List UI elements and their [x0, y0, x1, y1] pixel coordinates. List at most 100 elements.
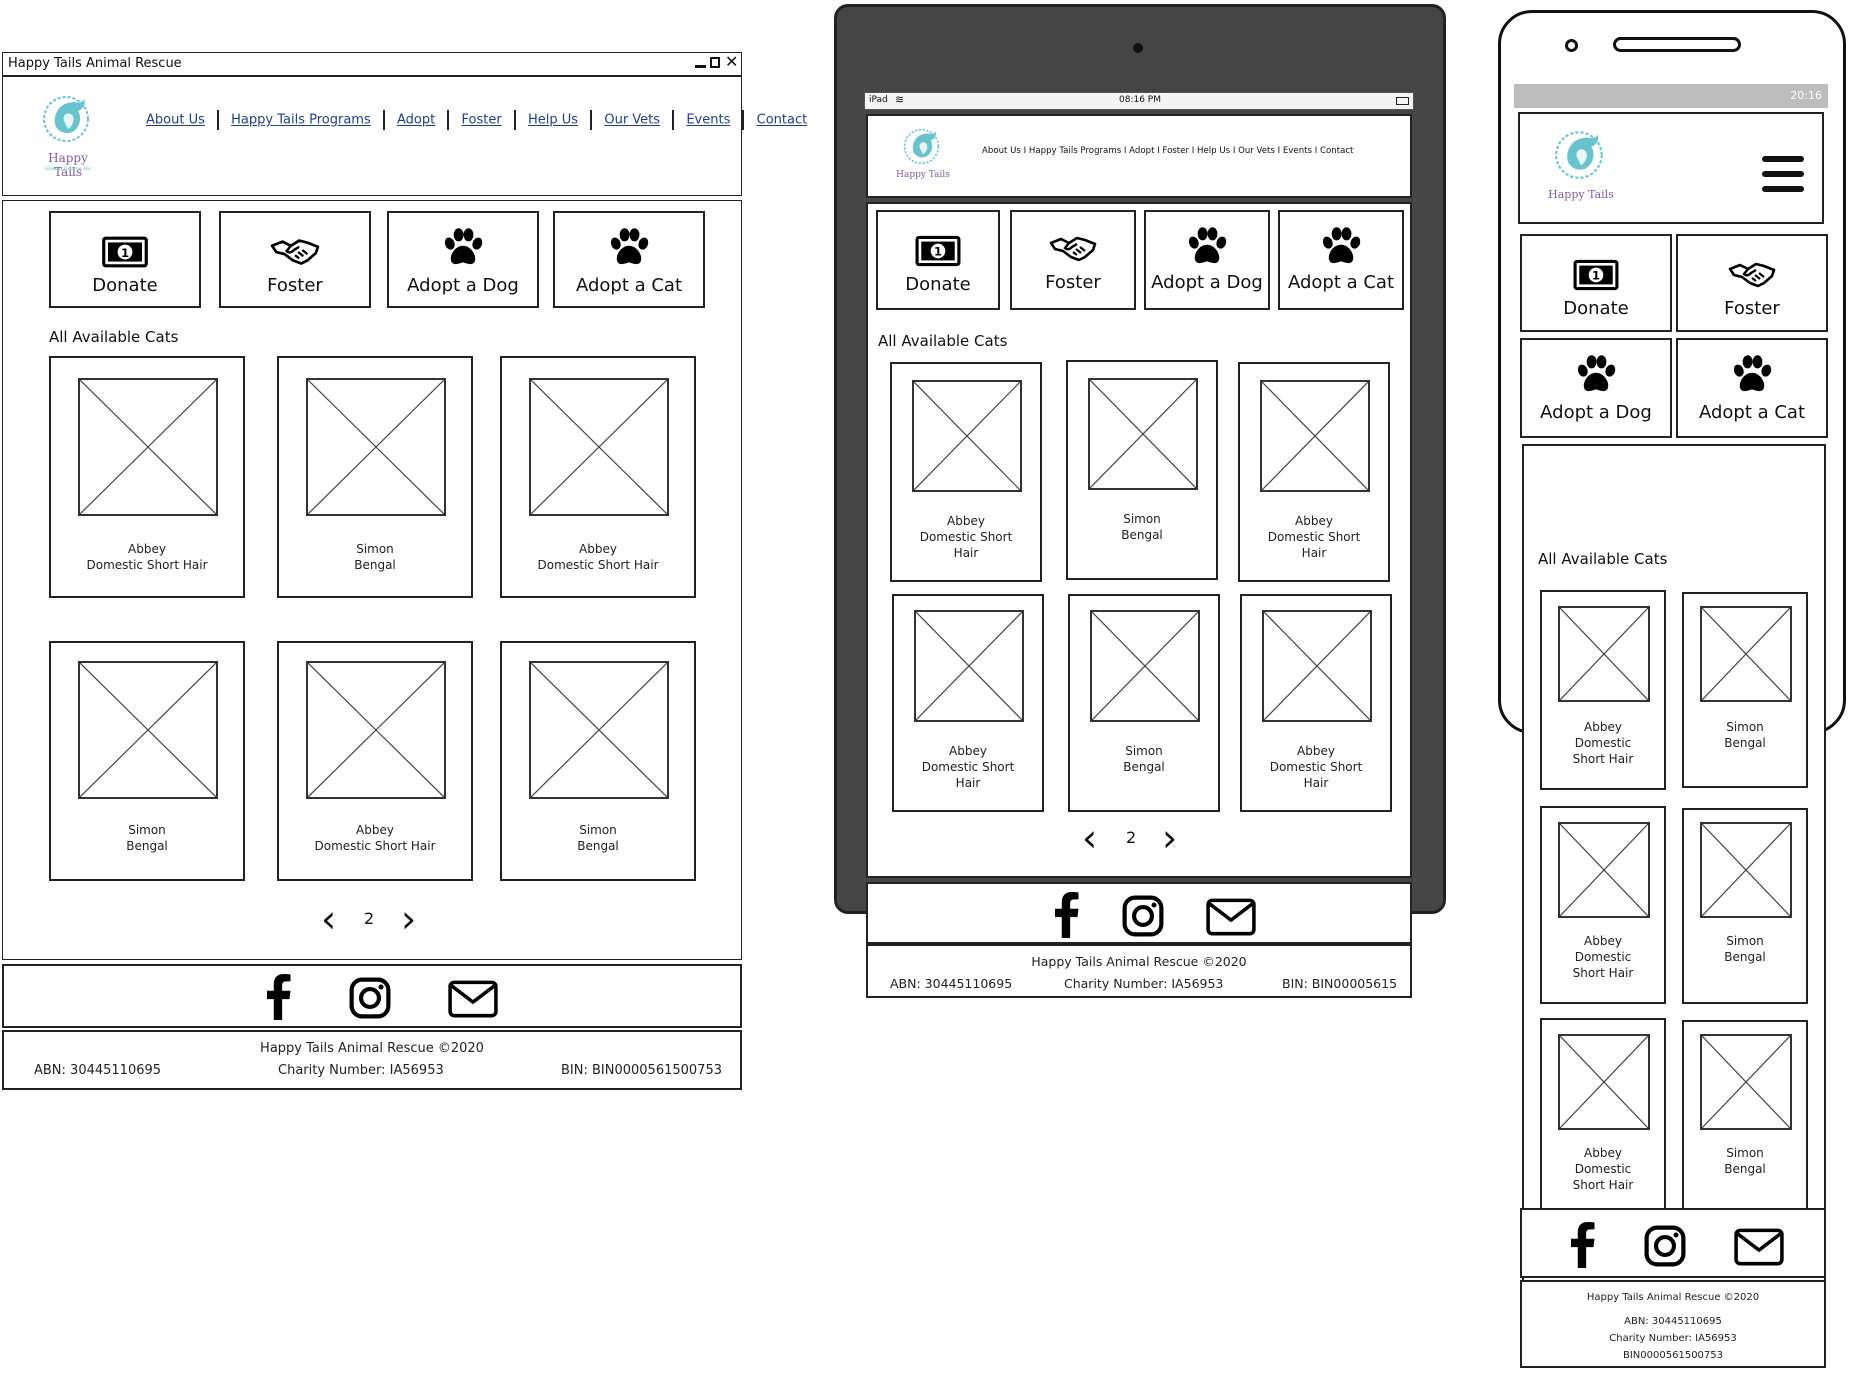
cat-breed: Domestic Short: [1269, 760, 1363, 774]
tablet-logo[interactable]: Happy Tails: [896, 122, 950, 192]
status-time: 08:16 PM: [1119, 95, 1161, 105]
donate-tile[interactable]: Donate: [49, 211, 201, 308]
nav-contact[interactable]: Contact: [757, 113, 808, 128]
next-page-button[interactable]: ›: [401, 897, 416, 941]
tablet-nav[interactable]: About Us I Happy Tails Programs I Adopt …: [982, 146, 1353, 156]
nav-about-us[interactable]: About Us: [146, 113, 205, 128]
next-page-button[interactable]: ›: [1162, 816, 1177, 860]
desktop-footer: Happy Tails Animal Rescue ©2020 ABN: 304…: [2, 1030, 742, 1090]
nav-our-vets[interactable]: Our Vets: [604, 113, 660, 128]
cat-card[interactable]: Abbey Domestic Short Hair: [500, 356, 696, 598]
logo-icon: [900, 122, 946, 168]
cat-breed: Bengal: [577, 839, 619, 853]
cat-card[interactable]: Simon Bengal: [1066, 360, 1218, 580]
cat-name: Abbey: [579, 542, 617, 556]
minimize-icon[interactable]: [695, 65, 706, 68]
hamburger-menu-icon[interactable]: [1762, 156, 1804, 192]
cat-name: Abbey: [1584, 1146, 1622, 1160]
phone-header: Happy Tails: [1518, 112, 1824, 224]
cat-breed: Domestic Short: [921, 760, 1015, 774]
email-icon[interactable]: [1206, 898, 1256, 936]
paw-icon: [607, 227, 651, 269]
phone-main: All Available Cats Abbey Domestic Short …: [1522, 444, 1826, 1286]
money-icon: [1573, 258, 1619, 292]
email-icon[interactable]: [448, 980, 498, 1018]
foster-tile[interactable]: Foster: [1676, 234, 1828, 332]
cat-breed-line2: Short Hair: [1572, 966, 1634, 980]
cat-photo-placeholder: [1090, 610, 1200, 722]
cat-name: Simon: [128, 823, 166, 837]
adopt-dog-tile[interactable]: Adopt a Dog: [1520, 338, 1672, 438]
cat-card[interactable]: Abbey Domestic Short Hair: [1540, 1018, 1666, 1216]
prev-page-button[interactable]: ‹: [1082, 816, 1097, 860]
cat-card[interactable]: Simon Bengal: [1682, 808, 1808, 1004]
cat-card[interactable]: Abbey Domestic Short Hair: [890, 362, 1042, 582]
donate-tile[interactable]: Donate: [876, 210, 1000, 310]
cat-breed-line2: Hair: [953, 546, 979, 560]
cat-card[interactable]: Abbey Domestic Short Hair: [277, 641, 473, 881]
nav-events[interactable]: Events: [686, 113, 730, 128]
nav-adopt[interactable]: Adopt: [397, 113, 435, 128]
donate-label: Donate: [1563, 298, 1629, 319]
footer-bin: BIN0000561500753: [1623, 1350, 1723, 1361]
nav-programs[interactable]: Happy Tails Programs: [231, 113, 371, 128]
cat-card[interactable]: Simon Bengal: [500, 641, 696, 881]
adopt-cat-tile[interactable]: Adopt a Cat: [1676, 338, 1828, 438]
desktop-header: Happy Tails Animal Rescue Inc About Us H…: [2, 76, 807, 196]
adopt-cat-tile[interactable]: Adopt a Cat: [1278, 210, 1404, 310]
instagram-icon[interactable]: [349, 977, 391, 1019]
nav-divider: [513, 110, 516, 130]
paw-icon: [1319, 226, 1363, 268]
desktop-logo[interactable]: Happy Tails Animal Rescue Inc: [33, 87, 103, 179]
cat-name: Simon: [1726, 720, 1764, 734]
cat-photo-placeholder: [78, 378, 218, 516]
cat-breed: Bengal: [354, 558, 396, 572]
instagram-icon[interactable]: [1122, 895, 1164, 937]
adopt-dog-tile[interactable]: Adopt a Dog: [1144, 210, 1270, 310]
cat-card[interactable]: Simon Bengal: [1682, 1020, 1808, 1216]
cat-card[interactable]: Abbey Domestic Short Hair: [1540, 590, 1666, 790]
camera-icon: [1133, 43, 1143, 53]
cat-card[interactable]: Abbey Domestic Short Hair: [1540, 806, 1666, 1004]
adopt-cat-tile[interactable]: Adopt a Cat: [553, 211, 705, 308]
email-icon[interactable]: [1734, 1228, 1784, 1266]
maximize-icon[interactable]: [710, 57, 720, 68]
cat-breed: Domestic: [1574, 1162, 1632, 1176]
cat-card[interactable]: Simon Bengal: [1068, 594, 1220, 812]
foster-tile[interactable]: Foster: [219, 211, 371, 308]
nav-foster[interactable]: Foster: [462, 113, 502, 128]
foster-tile[interactable]: Foster: [1010, 210, 1136, 310]
cat-breed: Domestic Short Hair: [86, 558, 208, 572]
prev-page-button[interactable]: ‹: [321, 897, 336, 941]
battery-icon: [1396, 97, 1409, 105]
adopt-cat-label: Adopt a Cat: [1287, 272, 1395, 293]
cat-card[interactable]: Simon Bengal: [49, 641, 245, 881]
cat-card[interactable]: Abbey Domestic Short Hair: [1240, 594, 1392, 812]
logo-tagline: Animal Rescue Inc: [44, 166, 92, 172]
desktop-window-titlebar: Happy Tails Animal Rescue ✕: [2, 52, 742, 76]
cat-photo-placeholder: [306, 378, 446, 516]
facebook-icon[interactable]: [266, 974, 292, 1020]
instagram-icon[interactable]: [1644, 1225, 1686, 1267]
phone-logo[interactable]: Happy Tails: [1546, 122, 1616, 218]
cat-card[interactable]: Abbey Domestic Short Hair: [49, 356, 245, 598]
close-icon[interactable]: ✕: [725, 52, 738, 71]
footer-abn: ABN: 30445110695: [1624, 1316, 1722, 1327]
cat-card[interactable]: Abbey Domestic Short Hair: [892, 594, 1044, 812]
facebook-icon[interactable]: [1054, 892, 1080, 938]
speaker-grille: [1613, 37, 1741, 52]
cat-name: Abbey: [947, 514, 985, 528]
cat-card[interactable]: Abbey Domestic Short Hair: [1238, 362, 1390, 582]
cat-card[interactable]: Simon Bengal: [277, 356, 473, 598]
facebook-icon[interactable]: [1570, 1222, 1596, 1268]
footer-abn: ABN: 30445110695: [890, 976, 1013, 991]
footer-abn: ABN: 30445110695: [34, 1063, 162, 1078]
cat-card[interactable]: Simon Bengal: [1682, 592, 1808, 788]
nav-help-us[interactable]: Help Us: [528, 113, 578, 128]
money-icon: [101, 235, 149, 269]
donate-tile[interactable]: Donate: [1520, 234, 1672, 332]
desktop-nav: About Us Happy Tails Programs Adopt Fost…: [146, 110, 807, 130]
cat-photo-placeholder: [1700, 822, 1792, 918]
cat-name: Simon: [356, 542, 394, 556]
adopt-dog-tile[interactable]: Adopt a Dog: [387, 211, 539, 308]
